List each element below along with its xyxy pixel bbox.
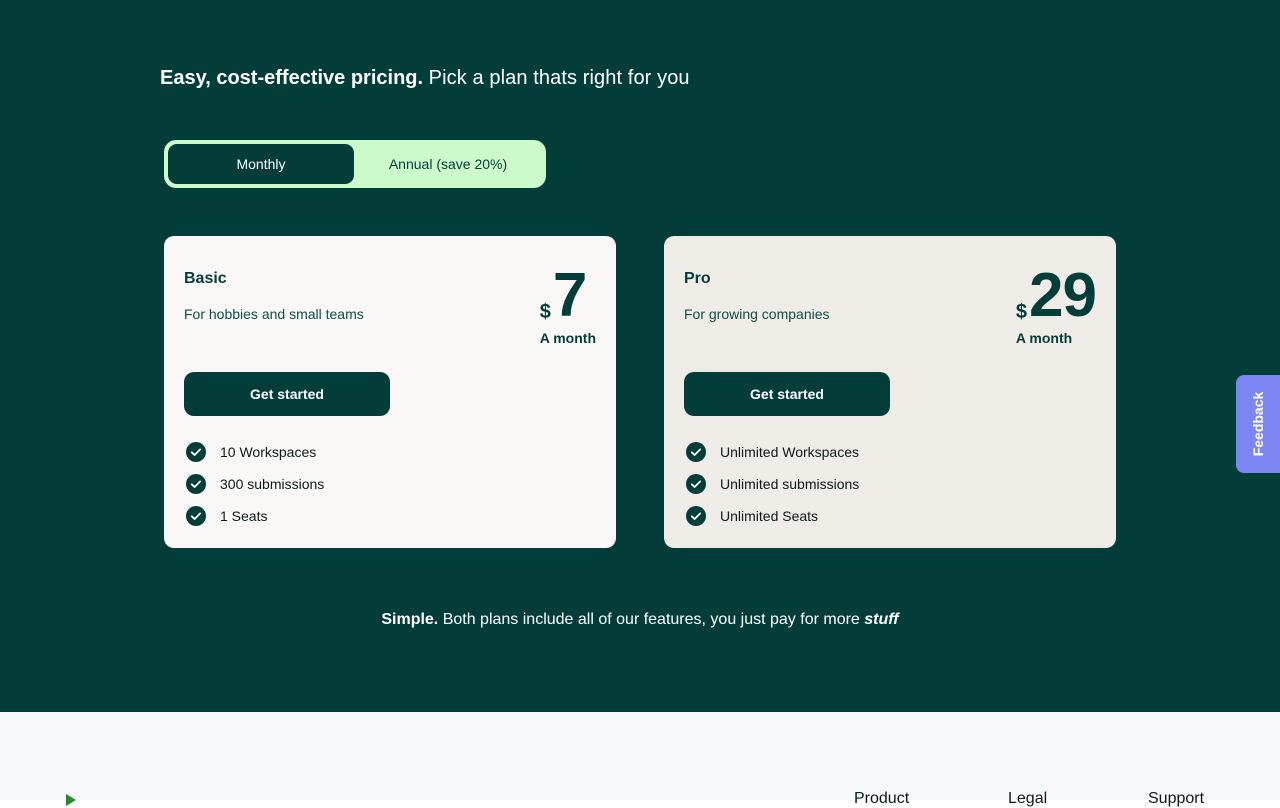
check-circle-icon	[686, 506, 706, 526]
plan-name: Basic	[184, 270, 227, 287]
site-footer: Product Legal Support	[0, 712, 1280, 807]
toggle-monthly[interactable]: Monthly	[168, 144, 354, 184]
feature-item: Unlimited Seats	[684, 500, 859, 532]
check-circle-icon	[186, 506, 206, 526]
headline-strong: Easy, cost-effective pricing.	[160, 67, 424, 89]
feature-item: 300 submissions	[184, 468, 324, 500]
plans-footnote: Simple. Both plans include all of our fe…	[0, 608, 1280, 632]
price-amount: 29	[1029, 261, 1097, 330]
footnote-emphasis: stuff	[864, 611, 899, 628]
feature-list: Unlimited Workspaces Unlimited submissio…	[684, 436, 859, 532]
footer-col-legal[interactable]: Legal	[1008, 790, 1047, 808]
check-circle-icon	[186, 474, 206, 494]
check-circle-icon	[686, 474, 706, 494]
price-period: A month	[539, 330, 596, 346]
feature-text: Unlimited submissions	[720, 476, 860, 492]
feature-text: Unlimited Workspaces	[720, 444, 860, 460]
feature-item: Unlimited Workspaces	[684, 436, 859, 468]
feature-text: 1 Seats	[220, 508, 268, 524]
price-period: A month	[1015, 330, 1073, 346]
check-circle-icon	[686, 442, 706, 462]
footnote-text: Both plans include all of our features, …	[438, 611, 865, 628]
feature-text: 300 submissions	[220, 476, 325, 492]
billing-toggle: Monthly Annual (save 20%)	[164, 140, 546, 188]
price-amount: 7	[552, 261, 587, 330]
feedback-label: Feedback	[1250, 391, 1266, 457]
feature-item: Unlimited submissions	[684, 468, 859, 500]
plan-card-basic: Basic For hobbies and small teams $ 7 A …	[164, 236, 616, 548]
feature-text: 10 Workspaces	[220, 444, 317, 460]
logo-icon[interactable]	[66, 794, 76, 806]
plan-price: $ 29 A month	[1015, 261, 1097, 347]
get-started-button[interactable]: Get started	[684, 372, 890, 416]
footnote-strong: Simple.	[381, 611, 439, 628]
pricing-headline: Easy, cost-effective pricing. Pick a pla…	[160, 64, 690, 92]
toggle-annual[interactable]: Annual (save 20%)	[354, 144, 542, 184]
feature-text: Unlimited Seats	[720, 508, 819, 524]
headline-rest: Pick a plan thats right for you	[428, 67, 690, 89]
price-currency: $	[1015, 301, 1028, 323]
footer-col-product[interactable]: Product	[854, 790, 909, 808]
price-currency: $	[539, 301, 551, 323]
plan-description: For growing companies	[684, 306, 830, 322]
pricing-section: Easy, cost-effective pricing. Pick a pla…	[0, 0, 1280, 712]
feature-item: 1 Seats	[184, 500, 324, 532]
plan-description: For hobbies and small teams	[184, 306, 364, 322]
footer-col-support[interactable]: Support	[1148, 790, 1204, 808]
plan-card-pro: Pro For growing companies $ 29 A month G…	[664, 236, 1116, 548]
plan-price: $ 7 A month	[539, 261, 596, 347]
get-started-button[interactable]: Get started	[184, 372, 390, 416]
feature-list: 10 Workspaces 300 submissions 1 Seats	[184, 436, 324, 532]
check-circle-icon	[186, 442, 206, 462]
feedback-tab[interactable]: Feedback	[1236, 375, 1280, 473]
feature-item: 10 Workspaces	[184, 436, 324, 468]
plan-name: Pro	[684, 270, 711, 287]
